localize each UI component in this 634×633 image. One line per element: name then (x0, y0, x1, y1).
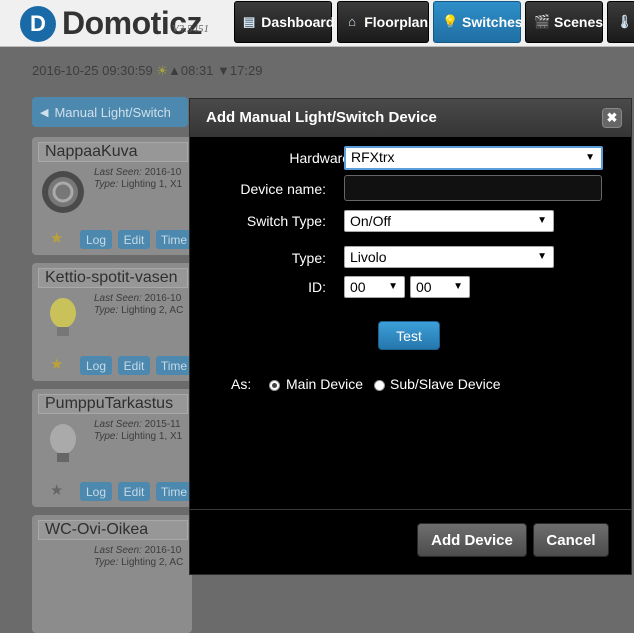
type-label: Type: (291, 250, 326, 266)
hardware-select[interactable]: RFXtrx ▼ (344, 146, 603, 170)
back-button-label: Manual Light/Switch (54, 104, 171, 120)
timers-button[interactable]: Time (156, 482, 192, 501)
push-button-icon (42, 171, 84, 213)
current-time: 2016-10-25 09:30:59 (32, 63, 153, 78)
nav-floorplan-label: Floorplan (364, 14, 428, 30)
as-label: As: (231, 376, 252, 392)
device-info: Last Seen: 2016-10 Type: Lighting 1, X1 (94, 167, 183, 190)
hardware-value: RFXtrx (351, 149, 395, 165)
lightbulb-on-icon (50, 298, 76, 336)
sunrise-time: ▲08:31 (168, 63, 214, 78)
log-button[interactable]: Log (80, 230, 112, 249)
edit-button[interactable]: Edit (118, 230, 150, 249)
sun-icon: ☀ (156, 63, 168, 78)
type-select[interactable]: Livolo ▼ (344, 246, 554, 268)
nav-floorplan[interactable]: ⌂ Floorplan (337, 1, 429, 43)
id-label: ID: (308, 279, 326, 295)
nav-scenes[interactable]: 🎬 Scenes (525, 1, 603, 43)
sunset-time: ▼17:29 (217, 63, 263, 78)
log-button[interactable]: Log (80, 482, 112, 501)
device-card: Kettio-spotit-vasen Last Seen: 2016-10 T… (32, 263, 192, 381)
log-button[interactable]: Log (80, 356, 112, 375)
device-info: Last Seen: 2016-10 Type: Lighting 2, AC (94, 293, 184, 316)
id-byte2-select[interactable]: 00 ▼ (410, 276, 470, 298)
lightbulb-icon: 💡 (442, 14, 459, 29)
dialog-header: Add Manual Light/Switch Device ✖ (190, 99, 631, 137)
device-card: WC-Ovi-Oikea Last Seen: 2016-10 Type: Li… (32, 515, 192, 633)
edit-button[interactable]: Edit (118, 482, 150, 501)
switch-type-select[interactable]: On/Off ▼ (344, 210, 554, 232)
edit-button[interactable]: Edit (118, 356, 150, 375)
device-info: Last Seen: 2016-10 Type: Lighting 2, AC (94, 545, 184, 568)
thermometer-icon: 🌡 (616, 14, 633, 29)
device-name: WC-Ovi-Oikea (38, 520, 188, 540)
device-name: NappaaKuva (38, 142, 188, 162)
device-name-input[interactable] (344, 175, 602, 201)
type-value: Livolo (350, 249, 387, 265)
nav-dashboard-label: Dashboard (261, 14, 335, 30)
domoticz-logo-icon: D (20, 6, 56, 42)
app-version: V3.5451 (172, 23, 209, 35)
main-device-radio[interactable] (269, 380, 280, 391)
chevron-down-icon: ▼ (388, 281, 398, 292)
nav-switches-label: Switches (462, 14, 523, 30)
device-card: PumppuTarkastus Last Seen: 2015-11 Type:… (32, 389, 192, 507)
favorite-star-icon[interactable]: ★ (50, 481, 63, 499)
switch-type-value: On/Off (350, 213, 391, 229)
status-datetime: 2016-10-25 09:30:59 ☀▲08:31 ▼17:29 (32, 63, 262, 79)
nav-scenes-label: Scenes (554, 14, 604, 30)
device-name-label: Device name: (240, 181, 326, 197)
close-icon[interactable]: ✖ (602, 108, 622, 128)
device-card: NappaaKuva Last Seen: 2016-10 Type: Ligh… (32, 137, 192, 255)
sub-device-radio[interactable] (374, 380, 385, 391)
add-device-dialog: Add Manual Light/Switch Device ✖ Hardwar… (189, 98, 632, 575)
id-byte1-value: 00 (350, 279, 366, 295)
house-icon: ⌂ (348, 14, 357, 29)
nav-temperature[interactable]: 🌡 (607, 1, 634, 43)
dialog-title: Add Manual Light/Switch Device (206, 109, 437, 126)
timers-button[interactable]: Time (156, 356, 192, 375)
chevron-down-icon: ▼ (585, 152, 595, 163)
favorite-star-icon[interactable]: ★ (50, 229, 63, 247)
device-name: Kettio-spotit-vasen (38, 268, 188, 288)
chevron-down-icon: ▼ (453, 281, 463, 292)
dialog-footer-divider (190, 509, 631, 510)
device-info: Last Seen: 2015-11 Type: Lighting 1, X1 (94, 419, 183, 442)
nav-switches[interactable]: 💡 Switches (433, 1, 523, 43)
timers-button[interactable]: Time (156, 230, 192, 249)
lightbulb-off-icon (50, 424, 76, 462)
clapperboard-icon: 🎬 (534, 14, 551, 29)
test-button[interactable]: Test (378, 321, 440, 350)
id-byte1-select[interactable]: 00 ▼ (344, 276, 405, 298)
id-byte2-value: 00 (416, 279, 432, 295)
dashboard-icon: ▤ (243, 14, 256, 29)
sub-device-label: Sub/Slave Device (390, 376, 501, 392)
nav-dashboard[interactable]: ▤ Dashboard (234, 1, 335, 43)
chevron-down-icon: ▼ (537, 251, 547, 262)
back-button[interactable]: ◀ Manual Light/Switch (32, 97, 188, 127)
cancel-button[interactable]: Cancel (533, 523, 609, 557)
device-name: PumppuTarkastus (38, 394, 188, 414)
top-bar: D Domoticz V3.5451 ▤ Dashboard ⌂ Floorpl… (0, 0, 634, 47)
chevron-down-icon: ▼ (537, 215, 547, 226)
favorite-star-icon[interactable]: ★ (50, 355, 63, 373)
main-device-label: Main Device (286, 376, 364, 392)
add-device-button[interactable]: Add Device (417, 523, 527, 557)
back-arrow-icon: ◀ (40, 106, 49, 119)
switch-type-label: Switch Type: (246, 213, 326, 229)
